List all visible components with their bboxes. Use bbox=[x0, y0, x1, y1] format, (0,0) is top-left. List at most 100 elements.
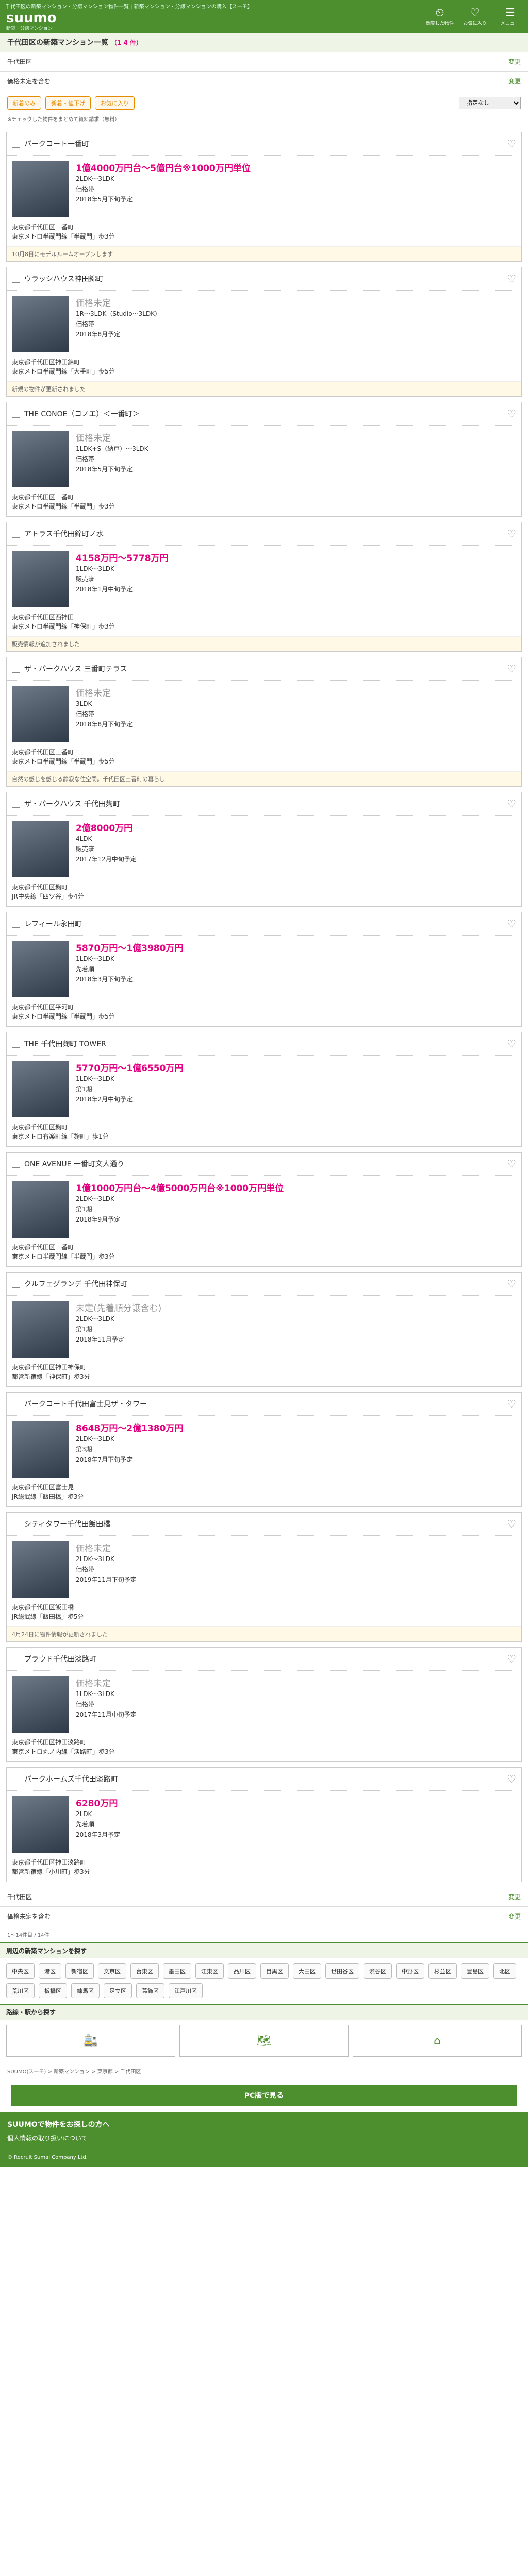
ward-link[interactable]: 荒川区 bbox=[6, 1983, 35, 1998]
property-card[interactable]: シティタワー千代田飯田橋 ♡ 価格未定 2LDK～3LDK 価格帯 2019年1… bbox=[6, 1512, 522, 1642]
select-checkbox[interactable] bbox=[12, 1040, 20, 1048]
filter-price[interactable]: 価格未定を含む 変更 bbox=[0, 72, 528, 91]
select-checkbox[interactable] bbox=[12, 1280, 20, 1288]
property-card[interactable]: ウラッシハウス神田錦町 ♡ 価格未定 1R～3LDK（Studio～3LDK） … bbox=[6, 267, 522, 397]
bottom-filter-price[interactable]: 価格未定を含む 変更 bbox=[0, 1907, 528, 1926]
ward-link[interactable]: 中央区 bbox=[6, 1963, 35, 1979]
select-checkbox[interactable] bbox=[12, 1520, 20, 1528]
change-area-link[interactable]: 変更 bbox=[508, 57, 521, 66]
property-name[interactable]: パークコート千代田富士見ザ・タワー bbox=[24, 1399, 147, 1409]
property-name[interactable]: レフィール永田町 bbox=[24, 919, 82, 929]
property-photo[interactable] bbox=[12, 1676, 69, 1733]
property-photo[interactable] bbox=[12, 1061, 69, 1117]
ward-link[interactable]: 江東区 bbox=[195, 1963, 224, 1979]
favorite-heart-icon[interactable]: ♡ bbox=[507, 273, 516, 285]
ward-link[interactable]: 杉並区 bbox=[428, 1963, 457, 1979]
property-card[interactable]: アトラス千代田錦町ノ水 ♡ 4158万円～5778万円 1LDK～3LDK 販売… bbox=[6, 522, 522, 652]
property-name[interactable]: ザ・パークハウス 千代田麹町 bbox=[24, 799, 120, 809]
ward-link[interactable]: 豊島区 bbox=[461, 1963, 489, 1979]
bottom-breadcrumb[interactable]: SUUMO(スーモ) > 新築マンション > 東京都 > 千代田区 bbox=[0, 2062, 528, 2079]
select-checkbox[interactable] bbox=[12, 1775, 20, 1783]
favorite-heart-icon[interactable]: ♡ bbox=[507, 408, 516, 420]
map-search-button[interactable]: 🗺 bbox=[179, 2025, 349, 2057]
property-name[interactable]: アトラス千代田錦町ノ水 bbox=[24, 529, 104, 539]
property-card[interactable]: THE CONOE（コノエ）＜一番町＞ ♡ 価格未定 1LDK+S（納戸）～3L… bbox=[6, 402, 522, 517]
property-photo[interactable] bbox=[12, 431, 69, 487]
select-checkbox[interactable] bbox=[12, 920, 20, 928]
property-card[interactable]: THE 千代田麹町 TOWER ♡ 5770万円～1億6550万円 1LDK～3… bbox=[6, 1032, 522, 1147]
ward-link[interactable]: 渋谷区 bbox=[364, 1963, 392, 1979]
ward-link[interactable]: 練馬区 bbox=[71, 1983, 100, 1998]
property-card[interactable]: パークコート一番町 ♡ 1億4000万円台～5億円台※1000万円単位 2LDK… bbox=[6, 132, 522, 262]
select-checkbox[interactable] bbox=[12, 1655, 20, 1663]
favorite-heart-icon[interactable]: ♡ bbox=[507, 918, 516, 930]
property-name[interactable]: クルフェグランデ 千代田神保町 bbox=[24, 1279, 127, 1289]
ward-link[interactable]: 世田谷区 bbox=[325, 1963, 359, 1979]
select-checkbox[interactable] bbox=[12, 800, 20, 808]
property-photo[interactable] bbox=[12, 941, 69, 997]
ward-link[interactable]: 葛飾区 bbox=[136, 1983, 164, 1998]
property-name[interactable]: シティタワー千代田飯田橋 bbox=[24, 1519, 110, 1529]
property-card[interactable]: プラウド千代田淡路町 ♡ 価格未定 1LDK～3LDK 価格帯 2017年11月… bbox=[6, 1647, 522, 1762]
favorite-heart-icon[interactable]: ♡ bbox=[507, 138, 516, 150]
property-photo[interactable] bbox=[12, 551, 69, 607]
property-photo[interactable] bbox=[12, 821, 69, 877]
ward-link[interactable]: 港区 bbox=[39, 1963, 61, 1979]
favorite-heart-icon[interactable]: ♡ bbox=[507, 663, 516, 675]
new-price-button[interactable]: 新着・値下げ bbox=[45, 96, 91, 110]
ward-link[interactable]: 大田区 bbox=[293, 1963, 321, 1979]
property-photo[interactable] bbox=[12, 1421, 69, 1478]
ward-link[interactable]: 墨田区 bbox=[163, 1963, 191, 1979]
select-checkbox[interactable] bbox=[12, 1400, 20, 1408]
ward-link[interactable]: 板橋区 bbox=[39, 1983, 67, 1998]
history-button[interactable]: ⏲ 閲覧した物件 bbox=[426, 7, 454, 27]
favorite-heart-icon[interactable]: ♡ bbox=[507, 1518, 516, 1530]
prefecture-search-button[interactable]: ⌂ bbox=[353, 2025, 522, 2057]
property-photo[interactable] bbox=[12, 686, 69, 742]
route-search-button[interactable]: 🚉 bbox=[6, 2025, 175, 2057]
property-card[interactable]: クルフェグランデ 千代田神保町 ♡ 未定(先着順分譲含む) 2LDK～3LDK … bbox=[6, 1272, 522, 1387]
ward-link[interactable]: 品川区 bbox=[228, 1963, 256, 1979]
property-name[interactable]: ONE AVENUE 一番町文人通り bbox=[24, 1159, 124, 1169]
property-card[interactable]: レフィール永田町 ♡ 5870万円～1億3980万円 1LDK～3LDK 先着順… bbox=[6, 912, 522, 1027]
property-photo[interactable] bbox=[12, 1796, 69, 1853]
favorite-heart-icon[interactable]: ♡ bbox=[507, 798, 516, 810]
select-checkbox[interactable] bbox=[12, 665, 20, 673]
favorites-filter-button[interactable]: お気に入り bbox=[95, 96, 135, 110]
ward-link[interactable]: 台東区 bbox=[130, 1963, 159, 1979]
property-photo[interactable] bbox=[12, 161, 69, 217]
ward-link[interactable]: 目黒区 bbox=[260, 1963, 289, 1979]
select-checkbox[interactable] bbox=[12, 275, 20, 283]
change-price-link[interactable]: 変更 bbox=[508, 77, 521, 86]
ward-link[interactable]: 江戸川区 bbox=[169, 1983, 203, 1998]
sort-select[interactable]: 指定なし bbox=[459, 97, 521, 109]
ward-link[interactable]: 新宿区 bbox=[65, 1963, 94, 1979]
property-card[interactable]: ONE AVENUE 一番町文人通り ♡ 1億1000万円台～4億5000万円台… bbox=[6, 1152, 522, 1267]
ward-link[interactable]: 北区 bbox=[493, 1963, 516, 1979]
favorite-heart-icon[interactable]: ♡ bbox=[507, 1038, 516, 1050]
property-card[interactable]: ザ・パークハウス 三番町テラス ♡ 価格未定 3LDK 価格帯 2018年8月下… bbox=[6, 657, 522, 787]
property-name[interactable]: ウラッシハウス神田錦町 bbox=[24, 274, 104, 284]
bottom-filter-area[interactable]: 千代田区 変更 bbox=[0, 1887, 528, 1907]
select-checkbox[interactable] bbox=[12, 410, 20, 418]
select-checkbox[interactable] bbox=[12, 140, 20, 148]
select-checkbox[interactable] bbox=[12, 530, 20, 538]
favorite-heart-icon[interactable]: ♡ bbox=[507, 1653, 516, 1665]
property-photo[interactable] bbox=[12, 296, 69, 352]
property-photo[interactable] bbox=[12, 1181, 69, 1238]
property-name[interactable]: THE CONOE（コノエ）＜一番町＞ bbox=[24, 409, 140, 419]
property-photo[interactable] bbox=[12, 1301, 69, 1358]
favorite-heart-icon[interactable]: ♡ bbox=[507, 1158, 516, 1170]
suumo-logo[interactable]: suumo bbox=[6, 10, 56, 26]
property-photo[interactable] bbox=[12, 1541, 69, 1598]
ward-link[interactable]: 中野区 bbox=[396, 1963, 424, 1979]
pc-version-button[interactable]: PC版で見る bbox=[10, 2085, 518, 2106]
favorite-heart-icon[interactable]: ♡ bbox=[507, 528, 516, 540]
property-name[interactable]: ザ・パークハウス 三番町テラス bbox=[24, 664, 127, 674]
property-card[interactable]: ザ・パークハウス 千代田麹町 ♡ 2億8000万円 4LDK 販売済 2017年… bbox=[6, 792, 522, 907]
favorite-heart-icon[interactable]: ♡ bbox=[507, 1773, 516, 1785]
property-name[interactable]: パークコート一番町 bbox=[24, 139, 89, 149]
select-checkbox[interactable] bbox=[12, 1160, 20, 1168]
favorites-button[interactable]: ♡ お気に入り bbox=[461, 7, 489, 27]
property-card[interactable]: パークコート千代田富士見ザ・タワー ♡ 8648万円～2億1380万円 2LDK… bbox=[6, 1392, 522, 1507]
